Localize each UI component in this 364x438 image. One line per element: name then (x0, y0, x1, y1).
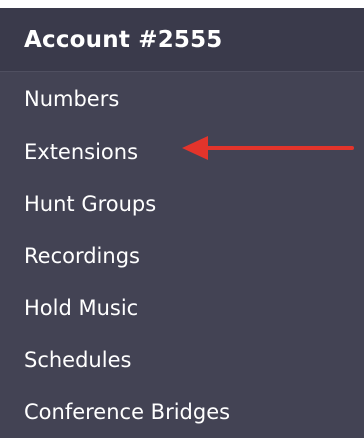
page: Account #2555 Numbers Extensions Hunt Gr… (0, 0, 364, 438)
sidebar-item-recordings[interactable]: Recordings (0, 230, 364, 282)
sidebar-item-label: Schedules (24, 348, 132, 372)
arrow-left-icon (182, 136, 354, 160)
sidebar-item-schedules[interactable]: Schedules (0, 334, 364, 386)
sidebar-item-hold-music[interactable]: Hold Music (0, 282, 364, 334)
account-header: Account #2555 (0, 8, 364, 72)
sidebar-item-label: Recordings (24, 244, 140, 268)
sidebar-item-label: Hunt Groups (24, 192, 157, 216)
account-sidebar: Account #2555 Numbers Extensions Hunt Gr… (0, 0, 364, 438)
sidebar-item-conference-bridges[interactable]: Conference Bridges (0, 386, 364, 438)
sidebar-item-label: Hold Music (24, 296, 139, 320)
sidebar-item-label: Conference Bridges (24, 400, 231, 424)
sidebar-item-hunt-groups[interactable]: Hunt Groups (0, 178, 364, 230)
sidebar-item-numbers[interactable]: Numbers (0, 72, 364, 126)
sidebar-item-label: Numbers (24, 87, 120, 111)
sidebar-item-label: Extensions (24, 140, 139, 164)
account-title: Account #2555 (24, 26, 223, 53)
sidebar-menu: Numbers Extensions Hunt Groups Recording… (0, 72, 364, 438)
